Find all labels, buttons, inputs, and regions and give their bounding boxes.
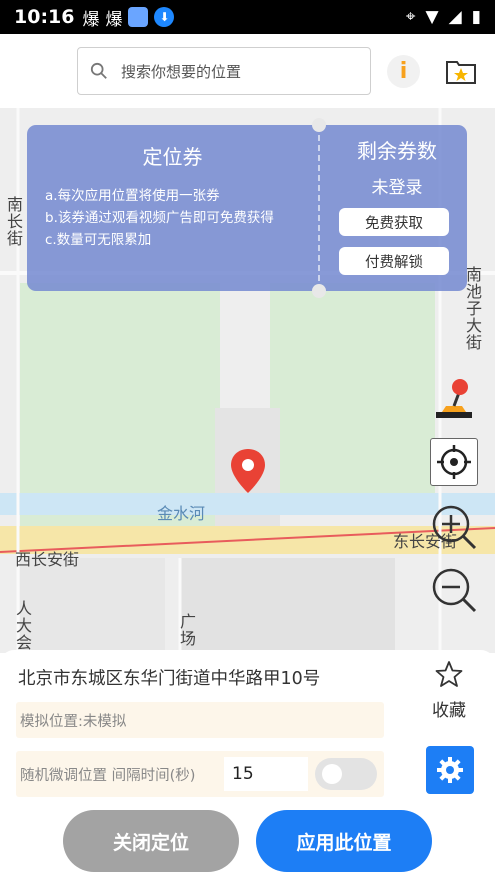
- close-location-button[interactable]: 关闭定位: [63, 810, 239, 872]
- header: 搜索你想要的位置 i: [0, 34, 495, 108]
- simulation-status: 模拟位置:未模拟: [16, 702, 384, 738]
- zoom-out-icon[interactable]: [430, 566, 478, 614]
- download-icon: ⬇: [154, 7, 175, 27]
- map-label: 金水河: [157, 504, 206, 523]
- search-input[interactable]: 搜索你想要的位置: [77, 47, 371, 95]
- search-placeholder: 搜索你想要的位置: [121, 62, 242, 81]
- locate-me-button[interactable]: [430, 438, 478, 486]
- remaining-title: 剩余券数: [357, 139, 437, 163]
- status-bar: 10:16 爆 爆 ⬇ ⌖ ▼ ◢ ▮: [0, 0, 495, 34]
- app-notification-icon: [128, 7, 149, 27]
- joystick-icon[interactable]: [432, 376, 476, 420]
- toggle-knob: [322, 764, 342, 784]
- coupon-panel: 定位券 a.每次应用位置将使用一张券 b.该券通过观看视频广告即可免费获得 c.…: [27, 118, 467, 298]
- apply-location-button[interactable]: 应用此位置: [256, 810, 432, 872]
- notification-icon: 爆: [105, 9, 123, 30]
- map-label: 西长安街: [15, 550, 80, 569]
- favorites-folder-icon[interactable]: [445, 56, 477, 86]
- coupon-notch: [312, 118, 326, 132]
- bottom-sheet: 北京市东城区东华门街道中华路甲10号 收藏 模拟位置:未模拟 随机微调位置 间隔…: [0, 650, 495, 880]
- paid-unlock-button[interactable]: 付费解锁: [339, 247, 449, 275]
- random-adjust-label: 随机微调位置 间隔时间(秒): [20, 767, 196, 784]
- favorite-button[interactable]: 收藏: [425, 660, 473, 721]
- address-text: 北京市东城区东华门街道中华路甲10号: [18, 669, 321, 689]
- remaining-value: 未登录: [371, 178, 423, 198]
- star-icon: [435, 661, 463, 687]
- random-adjust-toggle[interactable]: [315, 758, 377, 790]
- free-get-button[interactable]: 免费获取: [339, 208, 449, 236]
- coupon-rule: c.数量可无限累加: [45, 232, 152, 248]
- crosshair-icon: [437, 445, 471, 479]
- coupon-rule: b.该券通过观看视频广告即可免费获得: [45, 210, 274, 226]
- map-label: 人大会: [13, 600, 32, 651]
- gear-icon: [437, 757, 463, 783]
- coupon-title: 定位券: [142, 145, 203, 169]
- coupon-notch: [312, 284, 326, 298]
- location-pin-icon: [231, 449, 265, 493]
- signal-icon: ◢: [448, 7, 462, 27]
- interval-input[interactable]: 15: [224, 757, 308, 791]
- map-label: 广场: [177, 613, 196, 647]
- coupon-rule: a.每次应用位置将使用一张券: [45, 188, 220, 204]
- favorite-label: 收藏: [432, 701, 466, 721]
- notification-icon: 爆: [82, 9, 100, 30]
- map-label: 南长街: [4, 196, 23, 247]
- location-icon: ⌖: [405, 7, 416, 27]
- status-time: 10:16: [14, 6, 75, 28]
- wifi-icon: ▼: [425, 7, 439, 27]
- info-button[interactable]: i: [387, 55, 420, 88]
- coupon-divider: [318, 125, 320, 291]
- random-adjust-row: 随机微调位置 间隔时间(秒) 15: [16, 751, 384, 797]
- search-icon: [90, 62, 107, 79]
- battery-icon: ▮: [471, 7, 481, 27]
- zoom-in-icon[interactable]: [430, 503, 478, 551]
- settings-button[interactable]: [426, 746, 474, 794]
